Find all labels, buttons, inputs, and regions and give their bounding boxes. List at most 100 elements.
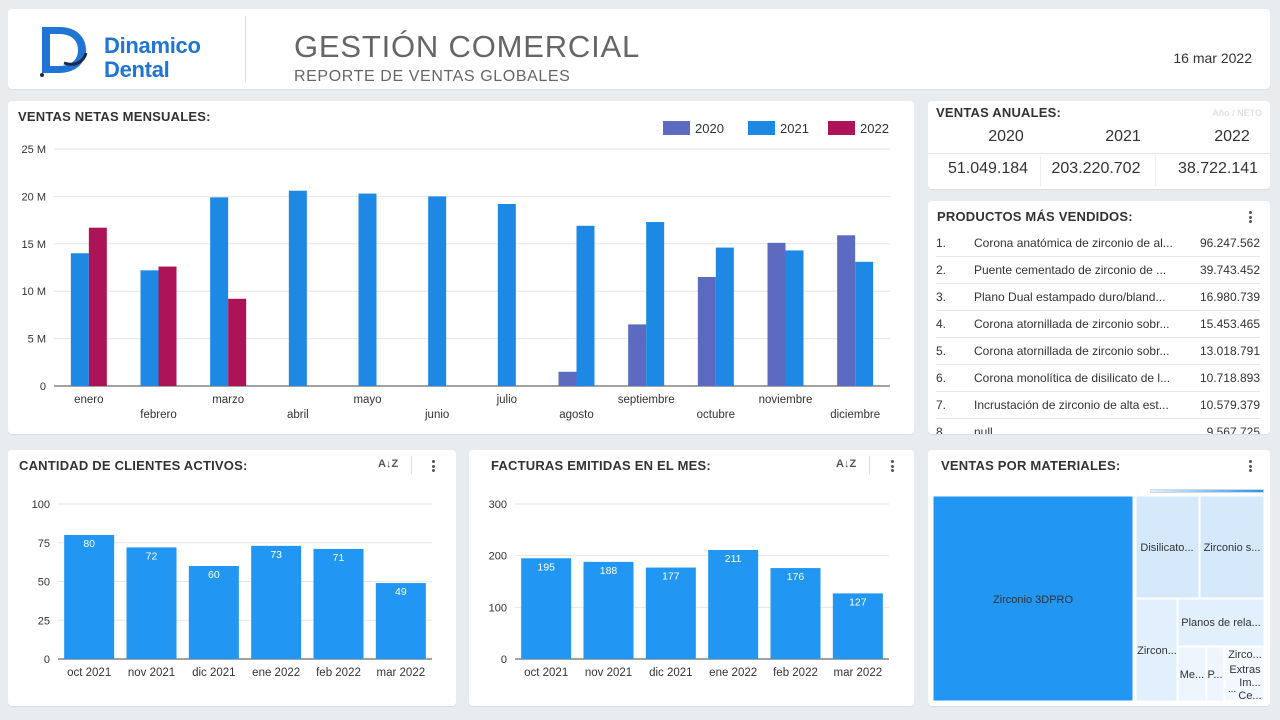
bar[interactable]: [708, 549, 759, 659]
top-products-menu-icon[interactable]: [1243, 209, 1257, 225]
bar-2020[interactable]: [767, 242, 786, 386]
bar-2021[interactable]: [855, 261, 874, 386]
x-tick-label: feb 2022: [316, 667, 361, 679]
y-tick-label: 25 M: [22, 144, 46, 156]
product-rank: 4.: [936, 317, 947, 331]
product-row[interactable]: 2. Puente cementado de zirconio de ... 39.…: [936, 257, 1260, 284]
data-label: 80: [83, 538, 95, 550]
treemap-label: P...: [1207, 669, 1222, 681]
treemap-label: Disilicato...: [1140, 542, 1193, 554]
bar[interactable]: [126, 547, 177, 659]
y-tick-label: 15 M: [22, 239, 46, 251]
annual-sales-hint: Año / NETO: [1212, 108, 1262, 118]
product-value: 15.453.465: [1199, 317, 1260, 331]
bar-2022[interactable]: [88, 227, 107, 386]
x-tick-label: octubre: [697, 409, 735, 421]
product-rank: 2.: [936, 263, 947, 277]
annual-values-bg: [928, 153, 1270, 154]
bar-2021[interactable]: [140, 270, 159, 386]
product-name: Incrustación de zirconio de alta est...: [974, 398, 1169, 412]
x-tick-label: noviembre: [759, 394, 813, 406]
product-rank: 1.: [936, 236, 947, 250]
product-name: Corona anatómica de zirconio de al...: [974, 236, 1173, 250]
y-tick-label: 0: [44, 654, 50, 666]
product-rank: 8.: [936, 425, 947, 434]
x-tick-label: ene 2022: [252, 667, 300, 679]
product-rank: 6.: [936, 371, 947, 385]
product-row[interactable]: 1. Corona anatómica de zirconio de al... 9…: [936, 230, 1260, 257]
bar-2022[interactable]: [228, 298, 247, 386]
bar-2021[interactable]: [288, 190, 307, 386]
bar-2021[interactable]: [428, 196, 447, 386]
bar-2021[interactable]: [646, 221, 665, 386]
y-tick-label: 25: [38, 615, 50, 627]
x-tick-label: mayo: [353, 394, 381, 406]
bar-2021[interactable]: [210, 197, 229, 386]
monthly-sales-chart: 0 5 M 10 M 15 M 20 M 25 M enero febrero marzo abr…: [22, 121, 890, 421]
bar-2020[interactable]: [697, 276, 716, 386]
product-value: 10.718.893: [1199, 371, 1260, 385]
annual-cell-divider: [1155, 156, 1156, 186]
invoices-chart: 0 100 200 300 195 oct 2021 188 nov 2021 177 dic 2…: [489, 499, 889, 679]
x-tick-label: oct 2021: [67, 667, 111, 679]
data-label: 60: [208, 569, 220, 581]
bar-2021[interactable]: [497, 203, 516, 386]
treemap-label: Zirconio 3DPRO: [993, 594, 1074, 606]
treemap-label: Me...: [1180, 669, 1204, 681]
product-rank: 7.: [936, 398, 947, 412]
bar[interactable]: [64, 535, 115, 659]
legend-label-2022: 2022: [860, 121, 889, 136]
x-tick-label: marzo: [212, 394, 244, 406]
x-tick-label: oct 2021: [524, 667, 568, 679]
bar-2021[interactable]: [70, 253, 89, 386]
data-label: 176: [787, 571, 805, 583]
treemap-label: Zirconio s...: [1204, 542, 1261, 554]
product-row[interactable]: 4. Corona atornillada de zirconio sobr...…: [936, 311, 1260, 338]
materials-treemap: Zirconio 3DPRO Disilicato... Zirconio s.…: [932, 495, 1265, 702]
data-label: 177: [662, 571, 680, 583]
product-row[interactable]: 8. null 9.567.725: [936, 419, 1260, 434]
treemap-label: Planos de rela...: [1181, 617, 1261, 629]
invoices-card: FACTURAS EMITIDAS EN EL MES: A↓Z 0 100 200…: [469, 450, 914, 706]
product-row[interactable]: 5. Corona atornillada de zirconio sobr...…: [936, 338, 1260, 365]
annual-year-2022: 2022: [1214, 128, 1250, 145]
top-products-title: PRODUCTOS MÁS VENDIDOS:: [937, 209, 1133, 224]
bar-2021[interactable]: [576, 225, 595, 386]
bar-2020[interactable]: [628, 324, 647, 386]
product-row[interactable]: 6. Corona monolítica de disilicato de l..…: [936, 365, 1260, 392]
bar[interactable]: [521, 558, 572, 659]
dinamico-dental-logo-icon: [40, 27, 88, 77]
x-tick-label: febrero: [140, 409, 176, 421]
top-products-card: PRODUCTOS MÁS VENDIDOS: 1. Corona anatómi…: [928, 201, 1270, 434]
bar-2020[interactable]: [558, 371, 577, 386]
y-tick-label: 300: [489, 499, 507, 511]
x-tick-label: nov 2021: [128, 667, 175, 679]
annual-value-2021: 203.220.702: [1051, 160, 1141, 177]
y-tick-label: 0: [40, 381, 46, 393]
y-tick-label: 5 M: [28, 334, 46, 346]
monthly-sales-card: VENTAS NETAS MENSUALES: 05 M 10 M 15 M 20 M…: [8, 101, 914, 434]
page-title: GESTIÓN COMERCIAL: [294, 29, 641, 64]
product-name: Corona monolítica de disilicato de l...: [974, 371, 1171, 385]
x-tick-label: feb 2022: [773, 667, 818, 679]
x-tick-label: dic 2021: [192, 667, 235, 679]
bar-2021[interactable]: [785, 250, 804, 386]
product-row[interactable]: 3. Plano Dual estampado duro/bland... 16.9…: [936, 284, 1260, 311]
materials-card: VENTAS POR MATERIALES: Zirconio 3DPRO Di…: [928, 450, 1270, 706]
product-row[interactable]: 7. Incrustación de zirconio de alta est..…: [936, 392, 1260, 419]
data-label: 195: [537, 561, 555, 573]
logo-text: Dinamico Dental: [104, 34, 201, 82]
product-value: 39.743.452: [1199, 263, 1260, 277]
bar[interactable]: [313, 548, 364, 659]
annual-year-2020: 2020: [988, 128, 1024, 145]
bar-2022[interactable]: [158, 266, 177, 386]
x-tick-label: agosto: [559, 409, 594, 421]
bar-2021[interactable]: [715, 247, 734, 386]
bar-2020[interactable]: [837, 235, 856, 386]
x-tick-label: ene 2022: [709, 667, 757, 679]
legend-label-2020: 2020: [695, 121, 724, 136]
bar-2021[interactable]: [358, 193, 377, 386]
bar[interactable]: [251, 545, 302, 659]
product-rank: 3.: [936, 290, 947, 304]
report-date[interactable]: 16 mar 2022: [1173, 50, 1252, 66]
